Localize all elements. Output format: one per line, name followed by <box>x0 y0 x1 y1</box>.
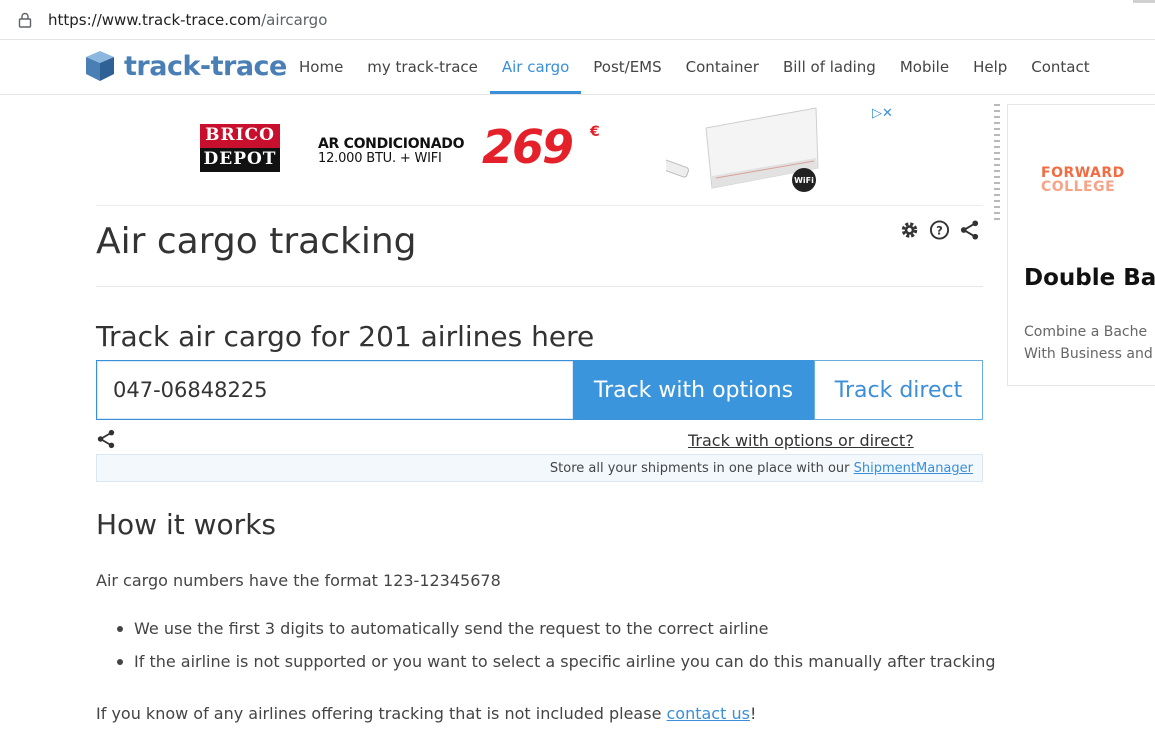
list-item: If the airline is not supported or you w… <box>114 652 996 685</box>
contact-text: If you know of any airlines offering tra… <box>96 704 667 723</box>
share-icon[interactable] <box>959 219 980 241</box>
help-icon[interactable]: ? <box>929 219 950 241</box>
brico-depot-logo: BRICO DEPOT <box>200 124 280 172</box>
shipment-manager-link[interactable]: ShipmentManager <box>854 461 973 476</box>
track-with-options-button[interactable]: Track with options <box>573 360 814 420</box>
side-ad-desc-line1: Combine a Bache <box>1024 324 1148 340</box>
track-subtitle: Track air cargo for 201 airlines here <box>96 320 595 353</box>
url-host: https://www.track-trace.com <box>48 11 262 29</box>
shipment-manager-bar: Store all your shipments in one place wi… <box>96 454 983 482</box>
shipment-manager-text: Store all your shipments in one place wi… <box>550 461 973 476</box>
how-list: We use the first 3 digits to automatical… <box>114 619 996 685</box>
college-text: COLLEGE <box>1041 179 1116 195</box>
store-text: Store all your shipments in one place wi… <box>549 461 854 476</box>
nav-mobile[interactable]: Mobile <box>888 40 961 94</box>
nav-container[interactable]: Container <box>674 40 771 94</box>
main-nav: Home my track-trace Air cargo Post/EMS C… <box>287 40 1102 94</box>
share-tracking-icon[interactable] <box>96 429 116 449</box>
track-direct-button[interactable]: Track direct <box>814 360 983 420</box>
side-ad-desc-line2: With Business and <box>1024 346 1153 362</box>
ad-currency: € <box>590 124 600 140</box>
how-it-works-heading: How it works <box>96 508 276 541</box>
settings-gear-icon[interactable] <box>899 219 920 241</box>
logo-text: track-trace <box>124 50 287 82</box>
nav-contact[interactable]: Contact <box>1019 40 1101 94</box>
address-bar[interactable]: https://www.track-trace.com/aircargo <box>0 0 1155 40</box>
air-conditioner-image: WiFi <box>666 107 819 192</box>
window-edge <box>1133 0 1155 3</box>
ad-choices-close-icon[interactable]: ▷✕ <box>872 106 893 121</box>
cube-logo-icon <box>86 51 114 81</box>
contact-end: ! <box>749 704 757 723</box>
wifi-badge: WiFi <box>794 176 814 185</box>
side-ad-desc: Combine a Bache With Business and <box>1024 321 1153 365</box>
svg-text:?: ? <box>936 223 943 237</box>
contact-us-link[interactable]: contact us <box>667 704 750 723</box>
depot-text: DEPOT <box>200 148 280 172</box>
nav-my-track-trace[interactable]: my track-trace <box>355 40 490 94</box>
nav-home[interactable]: Home <box>287 40 355 94</box>
site-logo[interactable]: track-trace <box>84 45 287 87</box>
contact-paragraph: If you know of any airlines offering tra… <box>96 704 756 723</box>
nav-help[interactable]: Help <box>961 40 1019 94</box>
nav-bill-of-lading[interactable]: Bill of lading <box>771 40 888 94</box>
lock-icon <box>18 12 32 28</box>
nav-post-ems[interactable]: Post/EMS <box>581 40 673 94</box>
ad-price: 269 <box>482 120 574 174</box>
site-header: track-trace Home my track-trace Air carg… <box>0 40 1155 95</box>
side-ad-card[interactable]: FORWARD COLLEGE Double Bac Combine a Bac… <box>1007 104 1155 386</box>
track-form: Track with options Track direct <box>96 360 983 420</box>
brico-text: BRICO <box>200 124 280 148</box>
ad-subline: 12.000 BTU. + WIFI <box>318 151 442 166</box>
track-options-help-link[interactable]: Track with options or direct? <box>688 431 914 450</box>
title-toolbar: ? <box>899 219 980 241</box>
divider <box>96 286 983 287</box>
tracking-number-input[interactable] <box>96 360 573 420</box>
banner-ad[interactable]: BRICO DEPOT AR CONDICIONADO 12.000 BTU. … <box>96 96 983 206</box>
url-path: /aircargo <box>261 11 328 29</box>
list-item: We use the first 3 digits to automatical… <box>114 619 996 652</box>
page-title: Air cargo tracking <box>96 221 417 262</box>
url-text[interactable]: https://www.track-trace.com/aircargo <box>48 11 327 29</box>
ad-headline: AR CONDICIONADO <box>318 136 465 152</box>
format-text: Air cargo numbers have the format 123-12… <box>96 571 501 590</box>
vertical-ad-label <box>994 104 1000 222</box>
side-ad-heading: Double Bac <box>1024 265 1155 291</box>
nav-air-cargo[interactable]: Air cargo <box>489 40 582 94</box>
